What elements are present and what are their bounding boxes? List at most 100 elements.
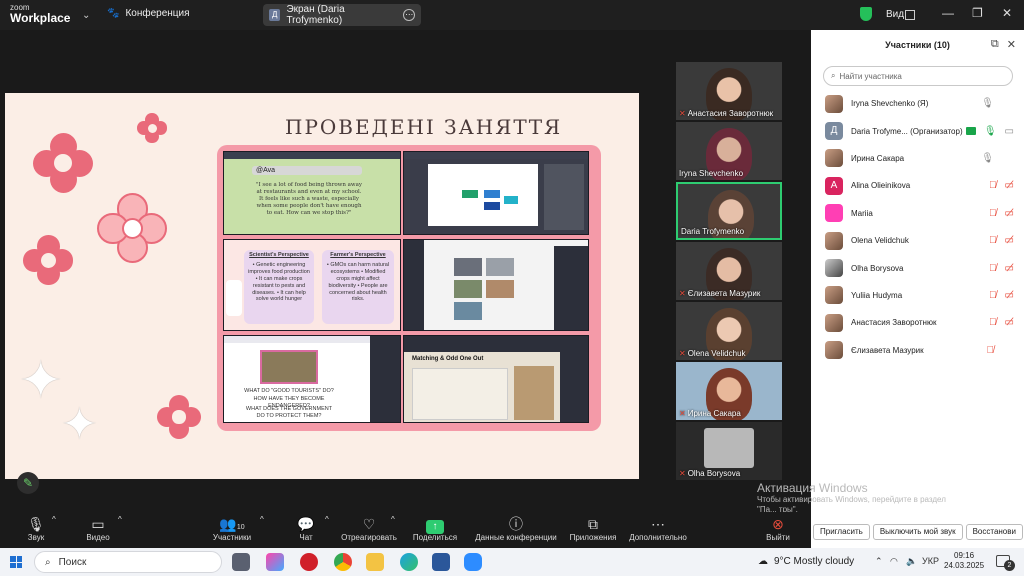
video-tile[interactable]: ✕ Olha Borysova xyxy=(676,422,782,480)
participant-name: Ирина Сакара xyxy=(851,153,905,163)
weather-widget[interactable]: ☁ 9°C Mostly cloudy xyxy=(758,556,854,567)
mute-me-button[interactable]: Выключить мой звук xyxy=(872,524,963,540)
windows-start-icon[interactable] xyxy=(10,556,22,568)
meeting-stage: ПРОВЕДЕНІ ЗАНЯТТЯ ✦ ✦ @Ava "I see a lot … xyxy=(0,30,810,528)
mic-muted-icon: 🎙̸ xyxy=(989,262,997,274)
participant-name: Анастасия Заворотнюк xyxy=(851,318,937,328)
video-tile[interactable]: ✕ Ирина Сакара xyxy=(676,362,782,420)
zoom-app-icon[interactable] xyxy=(464,553,482,571)
flower-decoration xyxy=(33,133,93,193)
opera-icon[interactable] xyxy=(300,553,318,571)
share-screen-button[interactable]: ↑ Поделиться xyxy=(412,515,458,542)
windows-activation-watermark: Активация Windows Чтобы активировать Win… xyxy=(757,481,946,514)
word-icon[interactable] xyxy=(432,553,450,571)
participant-row[interactable]: A Alina Olieinikova 🎙̸ ▭̸ xyxy=(811,172,1024,199)
notifications-icon[interactable]: 2 xyxy=(996,555,1015,571)
apps-button[interactable]: ⧉ Приложения xyxy=(568,515,618,542)
lesson-collage: @Ava "I see a lot of food being thrown a… xyxy=(217,145,601,431)
chat-button[interactable]: 💬 Чат xyxy=(296,515,316,542)
meeting-info-button[interactable]: ⓘ Данные конференции xyxy=(473,515,559,542)
restore-icon[interactable]: ❐ xyxy=(972,6,983,20)
tile-name: Iryna Shevchenko xyxy=(679,169,744,178)
screenshot-matching: Matching & Odd One Out xyxy=(403,335,589,423)
react-options-chevron[interactable]: ^ xyxy=(391,515,395,524)
video-options-chevron[interactable]: ^ xyxy=(118,515,122,524)
react-button[interactable]: ♡ Отреагировать xyxy=(340,515,398,542)
close-icon[interactable]: ✕ xyxy=(1002,6,1012,20)
more-options-icon[interactable]: ⋯ xyxy=(403,9,416,21)
participant-search-input[interactable]: ⌕ Найти участника xyxy=(823,66,1013,86)
conference-label: Конференция xyxy=(125,8,190,19)
edge-icon[interactable] xyxy=(400,553,418,571)
participant-name: Olha Borysova xyxy=(851,263,904,273)
participant-row[interactable]: Yuliia Hudyma 🎙̸ ▭̸ xyxy=(811,282,1024,309)
security-shield-icon[interactable] xyxy=(860,7,872,21)
meeting-toolbar: 🎙 Звук ^ ▭ Видео ^ 👥10 Участники ^ 💬 Чат ^ ♡… xyxy=(0,512,811,548)
conference-menu[interactable]: 🐾 Конференция xyxy=(107,8,190,19)
participant-row[interactable]: Mariia 🎙̸ ▭̸ xyxy=(811,200,1024,227)
taskbar-clock[interactable]: 09:16 24.03.2025 xyxy=(944,551,984,572)
leave-icon: ⊗ xyxy=(772,516,784,532)
task-view-icon[interactable] xyxy=(232,553,250,571)
avatar xyxy=(825,149,843,168)
invite-button[interactable]: Пригласить xyxy=(813,524,870,540)
popout-icon[interactable]: ⧉ xyxy=(991,38,999,51)
participant-name: Mariia xyxy=(851,208,873,218)
participants-options-chevron[interactable]: ^ xyxy=(260,515,264,524)
question-government: WHAT DOES THE GOVERNMENT DO TO PROTECT T… xyxy=(245,406,333,419)
video-button[interactable]: ▭ Видео xyxy=(84,515,112,542)
chrome-icon[interactable] xyxy=(334,553,352,571)
restore-button[interactable]: Восстанови xyxy=(965,524,1023,540)
minimize-icon[interactable]: — xyxy=(942,6,954,20)
participant-row[interactable]: Olena Velidchuk 🎙̸ ▭̸ xyxy=(811,227,1024,254)
participant-row[interactable]: Анастасия Заворотнюк 🎙̸ ▭̸ xyxy=(811,309,1024,336)
sparkle-icon: ✦ xyxy=(19,352,63,410)
info-icon: ⓘ xyxy=(509,516,523,532)
taskbar-search-input[interactable]: ⌕ Поиск xyxy=(34,551,222,573)
volume-icon[interactable]: 🔈 xyxy=(906,556,917,567)
video-tile[interactable]: Iryna Shevchenko xyxy=(676,122,782,180)
chat-options-chevron[interactable]: ^ xyxy=(325,515,329,524)
video-off-icon: ▭̸ xyxy=(1004,262,1014,274)
view-grid-icon[interactable] xyxy=(905,10,915,20)
screen-share-pill[interactable]: Д Экран (Daria Trofymenko) ⋯ xyxy=(263,4,421,26)
chat-icon: 💬 xyxy=(297,516,315,532)
participant-row[interactable]: Olha Borysova 🎙̸ ▭̸ xyxy=(811,254,1024,281)
wifi-icon[interactable]: ◠ xyxy=(890,556,898,567)
video-off-icon: ▭̸ xyxy=(1004,180,1014,192)
participant-row[interactable]: Iryna Shevchenko (Я) 🎙 xyxy=(811,90,1024,117)
more-button[interactable]: ⋯ Дополнительно xyxy=(627,515,689,542)
search-placeholder: Найти участника xyxy=(839,71,902,81)
screenshot-tourists: WHAT DO "GOOD TOURISTS" DO? HOW HAVE THE… xyxy=(223,335,401,423)
participant-row[interactable]: Єлизавета Мазурик 🎙̸ xyxy=(811,337,1024,364)
participant-name: Olena Velidchuk xyxy=(851,236,909,246)
quote-ava: "I see a lot of food being thrown away a… xyxy=(255,182,363,216)
audio-options-chevron[interactable]: ^ xyxy=(52,515,56,524)
farmer-perspective-text: • GMOs can harm natural ecosystems • Mod… xyxy=(326,262,390,303)
chevron-down-icon[interactable]: ⌄ xyxy=(82,10,90,21)
video-tile[interactable]: ✕ Анастасия Заворотнюк xyxy=(676,62,782,120)
file-explorer-icon[interactable] xyxy=(366,553,384,571)
participant-row[interactable]: Ирина Сакара 🎙 xyxy=(811,145,1024,172)
keyboard-language[interactable]: УКР xyxy=(922,556,939,566)
participant-row[interactable]: Д Daria Trofyme... (Организатор) 🎙 ▭ xyxy=(811,117,1024,144)
tray-chevron-icon[interactable]: ⌃ xyxy=(875,556,883,567)
audio-button[interactable]: 🎙 Звук xyxy=(24,515,48,542)
leave-button[interactable]: ⊗ Выйти xyxy=(764,515,792,542)
participants-panel: Участники (10) ⧉ ✕ ⌕ Найти участника Iry… xyxy=(811,30,1024,548)
screenshot-quote-ava: @Ava "I see a lot of food being thrown a… xyxy=(223,151,401,235)
copilot-icon[interactable] xyxy=(266,553,284,571)
close-panel-icon[interactable]: ✕ xyxy=(1007,38,1016,51)
avatar xyxy=(825,204,843,223)
video-tile-active[interactable]: Daria Trofymenko xyxy=(676,182,782,240)
mic-on-icon: 🎙 xyxy=(981,152,994,164)
video-tile[interactable]: ✕ Єлизавета Мазурик xyxy=(676,242,782,300)
participants-button[interactable]: 👥10 Участники xyxy=(211,515,253,542)
video-tile[interactable]: ✕ Olena Velidchuk xyxy=(676,302,782,360)
annotate-pencil-icon[interactable]: ✎ xyxy=(17,472,39,494)
avatar xyxy=(825,231,843,250)
host-video-badge-icon xyxy=(965,127,976,136)
flower-decoration xyxy=(23,235,73,285)
avatar: A xyxy=(825,176,843,195)
view-label[interactable]: Вид xyxy=(886,9,904,20)
